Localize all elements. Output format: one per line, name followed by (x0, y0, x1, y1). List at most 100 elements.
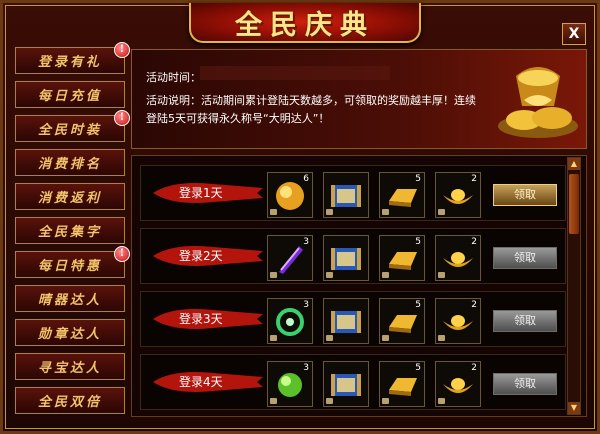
gold-bar-icon (389, 315, 417, 333)
lock-icon (270, 272, 277, 278)
sidebar-item-collect-words[interactable]: 全民集字 (15, 217, 125, 244)
scroll-up-icon[interactable]: ▲ (568, 158, 580, 170)
item-count: 3 (303, 363, 309, 373)
close-button[interactable]: X (562, 23, 586, 45)
sidebar-item-spend-rebate[interactable]: 消费返利 (15, 183, 125, 210)
row-label: 登录4天 (179, 375, 223, 389)
green-jade-icon (276, 308, 304, 336)
reward-slot[interactable]: 3 (267, 361, 313, 407)
reward-slot[interactable]: 3 (267, 235, 313, 281)
gold-bar-icon (389, 189, 417, 207)
gold-ingot-icon (443, 378, 473, 393)
claim-button[interactable]: 领取 (493, 184, 557, 206)
sidebar-item-label: 全民双倍 (37, 395, 102, 410)
lock-icon (326, 272, 333, 278)
reward-row: 登录3天 3 5 2 领取 (140, 291, 566, 347)
claim-button[interactable]: 领取 (493, 310, 557, 332)
item-count: 5 (415, 174, 421, 184)
event-window: 全民庆典 X 登录有礼! 每日充值 全民时装! 消费排名 消费返利 全民集字 每… (0, 0, 600, 434)
reward-slot[interactable]: 3 (267, 298, 313, 344)
reward-slot[interactable]: 2 (435, 298, 481, 344)
reward-slot[interactable] (323, 172, 369, 218)
green-orb-icon (278, 373, 302, 397)
reward-slot[interactable]: 2 (435, 235, 481, 281)
sidebar-item-label: 勋章达人 (37, 327, 102, 342)
reward-slot[interactable]: 2 (435, 361, 481, 407)
sidebar-item-daily-recharge[interactable]: 每日充值 (15, 81, 125, 108)
lock-icon (382, 335, 389, 341)
sidebar-item-label: 寻宝达人 (37, 361, 102, 376)
activity-time-value (200, 66, 390, 80)
gold-pile-icon (498, 67, 578, 138)
reward-row: 登录2天 3 5 2 领取 (140, 228, 566, 284)
scroll-icon (331, 248, 361, 270)
lock-icon (382, 209, 389, 215)
item-count: 2 (471, 300, 477, 310)
item-count: 5 (415, 300, 421, 310)
sidebar: 登录有礼! 每日充值 全民时装! 消费排名 消费返利 全民集字 每日特惠! 晴器… (15, 42, 130, 423)
sidebar-item-weapon-master[interactable]: 晴器达人 (15, 285, 125, 312)
gold-ingot-icon (443, 315, 473, 330)
lock-icon (270, 398, 277, 404)
sidebar-item-login-gift[interactable]: 登录有礼! (15, 42, 130, 74)
reward-slot[interactable]: 6 (267, 172, 313, 218)
activity-description: 活动说明：活动期间累计登陆天数越多，可领取的奖励越丰厚！连续登陆5天可获得永久称… (146, 94, 476, 125)
claim-button[interactable]: 领取 (493, 247, 557, 269)
reward-slot[interactable] (323, 361, 369, 407)
sidebar-item-label: 消费返利 (37, 191, 102, 206)
title-bar: 全民庆典 (189, 3, 421, 43)
sidebar-item-label: 每日充值 (37, 89, 102, 104)
claim-button[interactable]: 领取 (493, 373, 557, 395)
sidebar-item-label: 登录有礼 (37, 55, 102, 70)
sidebar-item-spend-ranking[interactable]: 消费排名 (15, 149, 125, 176)
reward-slot[interactable]: 5 (379, 361, 425, 407)
reward-slot[interactable] (323, 298, 369, 344)
reward-slot[interactable]: 5 (379, 172, 425, 218)
reward-slot[interactable]: 5 (379, 298, 425, 344)
reward-slot[interactable] (323, 235, 369, 281)
reward-list: 登录1天 6 5 2 领取 登录2天 3 5 2 领取 登录3天 3 5 2 领… (131, 155, 587, 417)
scroll-icon (331, 311, 361, 333)
sidebar-item-label: 全民集字 (37, 225, 102, 240)
alert-badge-icon: ! (114, 110, 130, 126)
row-label: 登录2天 (179, 249, 223, 263)
item-count: 2 (471, 174, 477, 184)
lock-icon (438, 335, 445, 341)
alert-badge-icon: ! (114, 246, 130, 262)
lock-icon (326, 398, 333, 404)
item-count: 6 (303, 174, 309, 184)
sidebar-item-label: 消费排名 (37, 157, 102, 172)
scrollbar[interactable]: ▲ ▼ (567, 157, 581, 415)
row-label: 登录1天 (179, 186, 223, 200)
gold-orb-icon (276, 182, 304, 210)
lock-icon (382, 272, 389, 278)
scroll-icon (331, 374, 361, 396)
scroll-thumb[interactable] (569, 174, 579, 234)
sidebar-item-daily-deals[interactable]: 每日特惠! (15, 246, 130, 278)
sidebar-item-treasure-master[interactable]: 寻宝达人 (15, 353, 125, 380)
reward-slot[interactable]: 2 (435, 172, 481, 218)
reward-slot[interactable]: 5 (379, 235, 425, 281)
sidebar-item-label: 晴器达人 (37, 293, 102, 308)
scroll-down-icon[interactable]: ▼ (568, 402, 580, 414)
sidebar-item-fashion[interactable]: 全民时装! (15, 110, 130, 142)
lock-icon (438, 209, 445, 215)
reward-row: 登录1天 6 5 2 领取 (140, 165, 566, 221)
gold-bar-icon (389, 252, 417, 270)
gold-bar-icon (389, 378, 417, 396)
sidebar-item-medal-master[interactable]: 勋章达人 (15, 319, 125, 346)
lock-icon (438, 398, 445, 404)
lock-icon (270, 335, 277, 341)
item-count: 3 (303, 237, 309, 247)
gold-ingot-icon (443, 189, 473, 204)
lock-icon (382, 398, 389, 404)
purple-crystal-icon (279, 246, 303, 274)
item-count: 2 (471, 237, 477, 247)
activity-time-label: 活动时间： (146, 71, 201, 84)
activity-info-panel: 活动时间： 活动说明：活动期间累计登陆天数越多，可领取的奖励越丰厚！连续登陆5天… (131, 49, 587, 149)
sidebar-item-double[interactable]: 全民双倍 (15, 387, 125, 414)
window-title: 全民庆典 (235, 9, 375, 41)
reward-row: 登录4天 3 5 2 领取 (140, 354, 566, 410)
item-count: 2 (471, 363, 477, 373)
scroll-icon (331, 185, 361, 207)
